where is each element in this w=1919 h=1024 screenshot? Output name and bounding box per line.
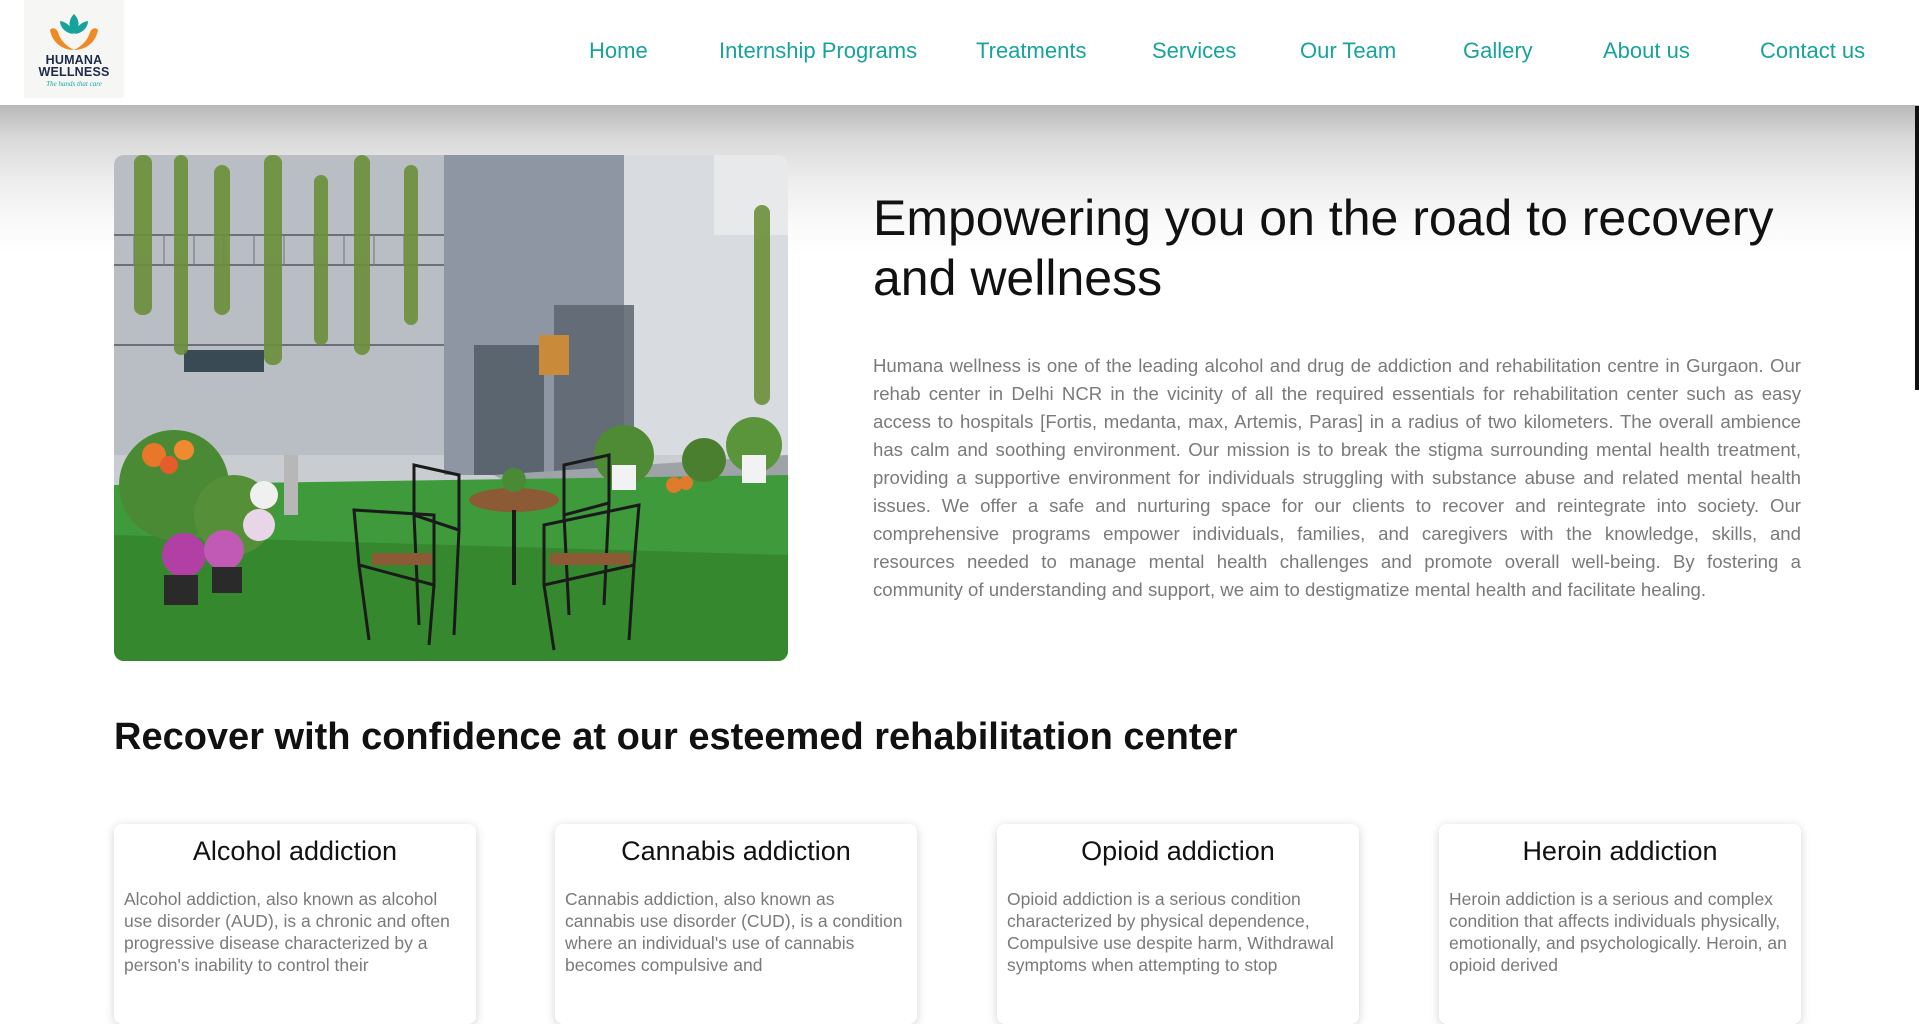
nav-about-us[interactable]: About us [1603,38,1690,64]
card-title: Alcohol addiction [192,836,398,866]
nav-home[interactable]: Home [589,38,648,64]
nav-treatments[interactable]: Treatments [976,38,1086,64]
card-opioid-addiction[interactable]: Opioid addiction Opioid addiction is a s… [997,824,1359,1024]
hero-title: Empowering you on the road to recovery a… [873,190,1774,306]
card-text: Opioid addiction is a serious condition … [1007,889,1334,975]
courtyard-illustration [114,155,788,661]
card-title: Heroin addiction [1522,836,1718,866]
nav-gallery[interactable]: Gallery [1463,38,1533,64]
card-title: Cannabis addiction [621,836,851,866]
hero-description: Humana wellness is one of the leading al… [873,355,1801,600]
card-alcohol-addiction[interactable]: Alcohol addiction Alcohol addiction, als… [114,824,476,1024]
card-title: Opioid addiction [1081,836,1275,866]
nav-internship-programs[interactable]: Internship Programs [719,38,917,64]
page-scrollbar[interactable] [1915,106,1919,390]
nav-our-team[interactable]: Our Team [1300,38,1396,64]
site-header: HUMANA WELLNESS The hands that care Home… [0,0,1919,105]
nav-services[interactable]: Services [1152,38,1236,64]
hero-image [114,155,788,661]
card-heroin-addiction[interactable]: Heroin addiction Heroin addiction is a s… [1439,824,1801,1024]
nav-contact-us[interactable]: Contact us [1760,38,1865,64]
brand-tagline: The hands that care [46,80,102,88]
card-text: Cannabis addiction, also known as cannab… [565,889,903,975]
main-nav: Home Internship Programs Treatments Serv… [0,38,1919,68]
section-title: Recover with confidence at our esteemed … [114,716,1238,758]
card-text: Alcohol addiction, also known as alcohol… [124,889,450,975]
card-cannabis-addiction[interactable]: Cannabis addiction Cannabis addiction, a… [555,824,917,1024]
card-text: Heroin addiction is a serious and comple… [1449,889,1787,975]
